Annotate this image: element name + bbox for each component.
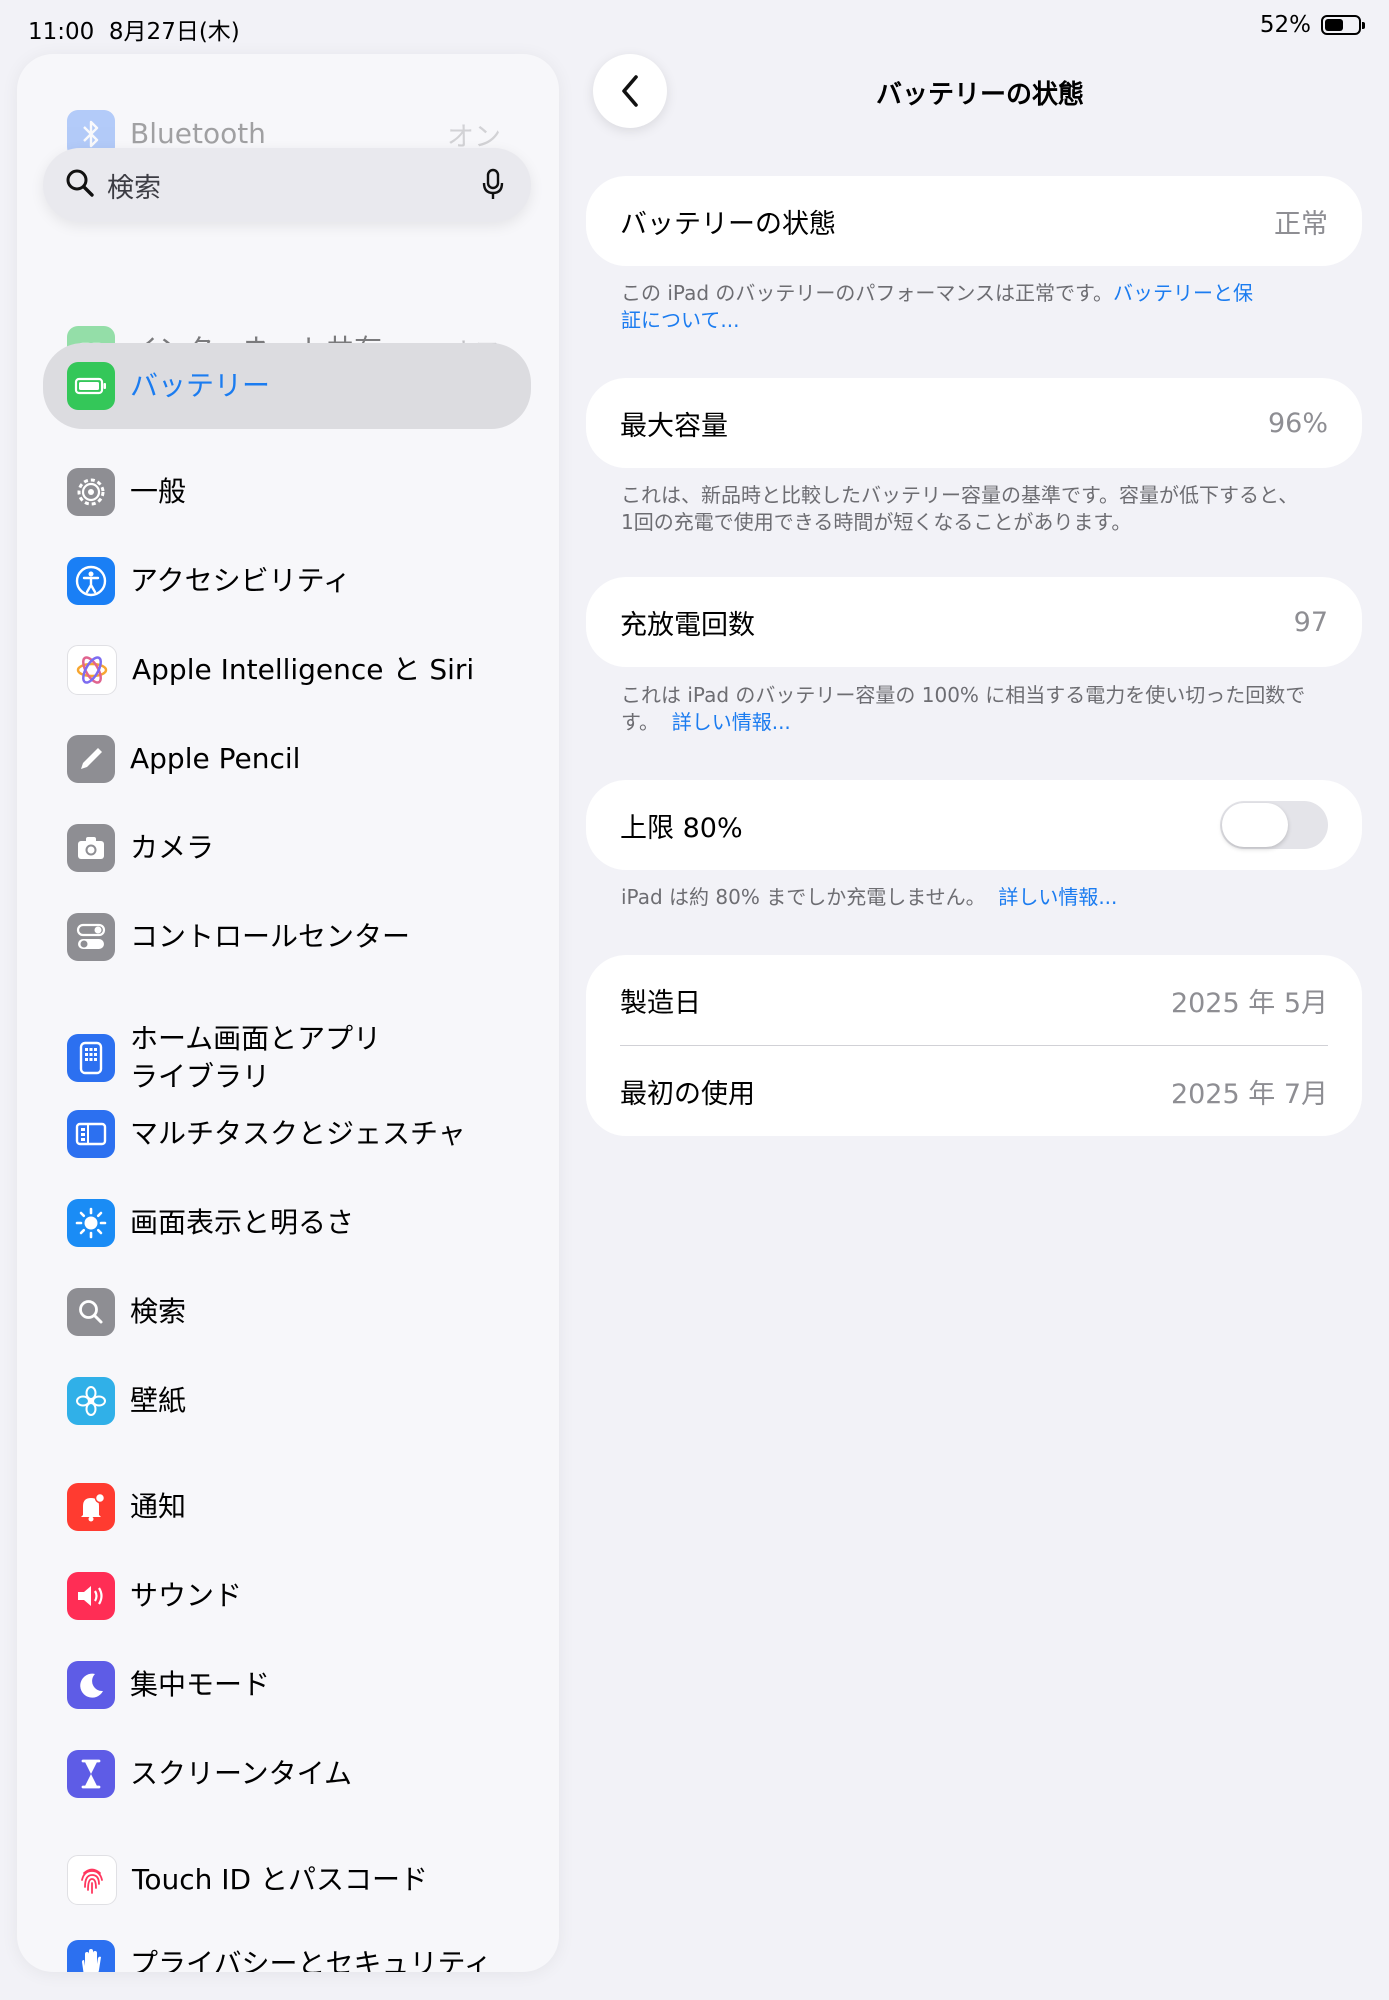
accessibility-icon	[67, 557, 115, 605]
sidebar-item-label: スクリーンタイム	[130, 1757, 353, 1790]
sidebar-item-label: アクセシビリティ	[130, 564, 351, 597]
sun-icon	[67, 1199, 115, 1247]
sidebar-item-home-screen[interactable]: ホーム画面とアプリ ライブラリ	[43, 1010, 531, 1106]
battery-percent: 52%	[1259, 12, 1311, 38]
manufacture-date-value: 2025 年 5月	[1170, 987, 1328, 1019]
sidebar-item-label: Apple Intelligence と Siri	[132, 653, 475, 686]
sidebar-item-label: バッテリー	[130, 369, 271, 402]
battery-icon	[67, 362, 115, 410]
dates-card: 製造日 2025 年 5月 最初の使用 2025 年 7月	[586, 955, 1362, 1136]
cycle-count-row: 充放電回数 97	[586, 577, 1362, 667]
page-title: バッテリーの状態	[875, 80, 1084, 110]
sidebar-item-general[interactable]: 一般	[43, 452, 531, 532]
sidebar-item-camera[interactable]: カメラ	[43, 808, 531, 888]
sidebar-item-label: 集中モード	[130, 1668, 271, 1701]
hand-icon	[67, 1940, 115, 1972]
sidebar-item-label: サウンド	[130, 1579, 243, 1612]
sidebar-item-label: 通知	[130, 1490, 187, 1523]
battery-health-label: バッテリーの状態	[620, 208, 836, 240]
pencil-icon	[67, 735, 115, 783]
sidebar-item-siri[interactable]: Apple Intelligence と Siri	[43, 630, 531, 710]
toggles-icon	[67, 913, 115, 961]
first-use-label: 最初の使用	[620, 1078, 755, 1110]
battery-status-icon	[1321, 15, 1365, 35]
limit-80-row: 上限 80%	[586, 780, 1362, 870]
battery-health-note: この iPad のバッテリーのパフォーマンスは正常です。バッテリーと保 証について…	[621, 281, 1253, 332]
max-capacity-note: これは、新品時と比較したバッテリー容量の基準です。容量が低下すると、 1回の充電で…	[621, 483, 1299, 534]
gear-icon	[67, 468, 115, 516]
sidebar-item-notifications[interactable]: 通知	[43, 1467, 531, 1547]
sidebar-item-touch-id[interactable]: Touch ID とパスコード	[43, 1840, 531, 1920]
limit-card: 上限 80%	[586, 780, 1362, 870]
sidebar-item-search[interactable]: 検索	[43, 1272, 531, 1352]
flower-icon	[67, 1377, 115, 1425]
sidebar-item-label: 検索	[130, 1295, 187, 1328]
camera-icon	[67, 824, 115, 872]
sidebar-item-multitasking[interactable]: マルチタスクとジェスチャ	[43, 1094, 531, 1174]
search-icon	[65, 168, 95, 202]
limit-note: iPad は約 80% までしか充電しません。 詳しい情報...	[621, 885, 1118, 909]
cycle-count-card: 充放電回数 97	[586, 577, 1362, 667]
sidebar-item-label: Touch ID とパスコード	[132, 1863, 428, 1896]
sidebar-item-display-brightness[interactable]: 画面表示と明るさ	[43, 1183, 531, 1263]
sidebar-item-label: 画面表示と明るさ	[130, 1206, 355, 1239]
max-capacity-card: 最大容量 96%	[586, 378, 1362, 468]
status-bar: 11:00 8月27日(木) 52%	[0, 0, 1389, 52]
status-right: 52%	[1259, 12, 1365, 38]
status-time-date: 11:00 8月27日(木)	[28, 19, 240, 45]
bell-icon	[67, 1483, 115, 1531]
sidebar-item-label: コントロールセンター	[130, 920, 411, 953]
battery-health-card: バッテリーの状態 正常	[586, 176, 1362, 266]
manufacture-date-row: 製造日 2025 年 5月	[586, 955, 1362, 1045]
first-use-value: 2025 年 7月	[1170, 1078, 1328, 1110]
sidebar-item-sounds[interactable]: サウンド	[43, 1556, 531, 1636]
settings-sidebar: Bluetooth オン 検索 インターネット共有 オフ バッテリー 一般	[17, 54, 559, 1972]
search-field[interactable]: 検索	[43, 148, 531, 222]
limit-80-toggle[interactable]	[1220, 801, 1328, 849]
battery-warranty-link[interactable]: バッテリーと保	[1113, 281, 1253, 305]
sidebar-item-wallpaper[interactable]: 壁紙	[43, 1361, 531, 1441]
battery-health-row: バッテリーの状態 正常	[586, 176, 1362, 266]
sidebar-item-label: プライバシーとセキュリティ	[130, 1947, 492, 1972]
battery-warranty-link-cont[interactable]: 証について...	[621, 308, 739, 332]
siri-icon	[67, 645, 117, 695]
sidebar-item-label: Apple Pencil	[130, 742, 301, 775]
max-capacity-row: 最大容量 96%	[586, 378, 1362, 468]
limit-80-label: 上限 80%	[620, 812, 743, 844]
sidebar-item-privacy[interactable]: プライバシーとセキュリティ	[43, 1924, 531, 1972]
sidebar-item-battery[interactable]: バッテリー	[43, 343, 531, 429]
sidebar-item-label: カメラ	[130, 831, 215, 864]
sidebar-item-label: 壁紙	[130, 1384, 187, 1417]
home-screen-icon	[67, 1034, 115, 1082]
sidebar-item-label: マルチタスクとジェスチャ	[130, 1117, 466, 1150]
sidebar-item-label: 一般	[130, 475, 187, 508]
learn-more-link[interactable]: 詳しい情報...	[998, 885, 1117, 909]
search-placeholder: 検索	[107, 172, 161, 204]
cycle-count-note: これは iPad のバッテリー容量の 100% に相当する電力を使い切った回数で…	[621, 683, 1306, 734]
manufacture-date-label: 製造日	[620, 987, 701, 1019]
cycle-count-value: 97	[1293, 606, 1328, 638]
cycle-count-label: 充放電回数	[620, 609, 755, 641]
learn-more-link[interactable]: 詳しい情報...	[672, 710, 791, 734]
sidebar-item-control-center[interactable]: コントロールセンター	[43, 897, 531, 977]
multitask-icon	[67, 1110, 115, 1158]
search-icon	[67, 1288, 115, 1336]
moon-icon	[67, 1661, 115, 1709]
sidebar-item-focus[interactable]: 集中モード	[43, 1645, 531, 1725]
hourglass-icon	[67, 1750, 115, 1798]
sidebar-item-screen-time[interactable]: スクリーンタイム	[43, 1734, 531, 1814]
toggle-knob	[1222, 803, 1288, 847]
first-use-row: 最初の使用 2025 年 7月	[586, 1046, 1362, 1136]
max-capacity-label: 最大容量	[620, 410, 728, 442]
sidebar-item-label: ホーム画面とアプリ ライブラリ	[130, 1022, 382, 1093]
microphone-icon[interactable]	[481, 168, 505, 206]
sidebar-item-apple-pencil[interactable]: Apple Pencil	[43, 719, 531, 799]
speaker-icon	[67, 1572, 115, 1620]
battery-health-value: 正常	[1274, 208, 1328, 240]
fingerprint-icon	[67, 1855, 117, 1905]
sidebar-item-accessibility[interactable]: アクセシビリティ	[43, 541, 531, 621]
max-capacity-value: 96%	[1267, 407, 1328, 439]
